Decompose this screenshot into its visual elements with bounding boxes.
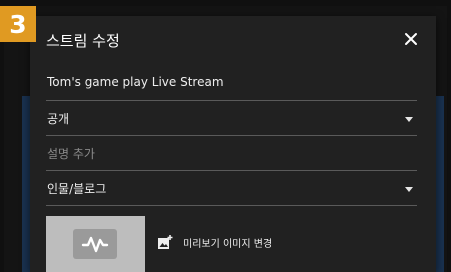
waveform-icon [73, 229, 117, 259]
change-thumbnail-label: 미리보기 이미지 변경 [183, 238, 273, 250]
category-value: 인물/블로그 [47, 182, 107, 196]
step-badge: 3 [0, 6, 36, 42]
dropdown-arrow-icon [405, 117, 413, 122]
background-content-right [436, 96, 444, 272]
description-placeholder: 설명 추가 [47, 147, 95, 161]
close-icon [405, 33, 417, 45]
privacy-value: 공개 [47, 112, 70, 126]
background-content-left [22, 96, 30, 272]
thumbnail-preview[interactable] [46, 216, 145, 272]
edit-stream-dialog: 스트림 수정 Tom's game play Live Stream 공개 설명… [30, 16, 436, 272]
screenshot-frame: 3 스트림 수정 Tom's game play Live Stream 공개 … [0, 0, 451, 272]
close-button[interactable] [402, 30, 420, 48]
dropdown-arrow-icon [405, 187, 413, 192]
description-input[interactable]: 설명 추가 [46, 142, 417, 171]
privacy-dropdown[interactable]: 공개 [46, 107, 417, 136]
dialog-title: 스트림 수정 [46, 32, 120, 50]
add-image-icon [158, 235, 173, 249]
change-thumbnail-button[interactable]: 미리보기 이미지 변경 [157, 232, 272, 252]
stream-title-input[interactable]: Tom's game play Live Stream [46, 72, 417, 101]
category-dropdown[interactable]: 인물/블로그 [46, 177, 417, 206]
stream-title-value: Tom's game play Live Stream [47, 75, 224, 89]
